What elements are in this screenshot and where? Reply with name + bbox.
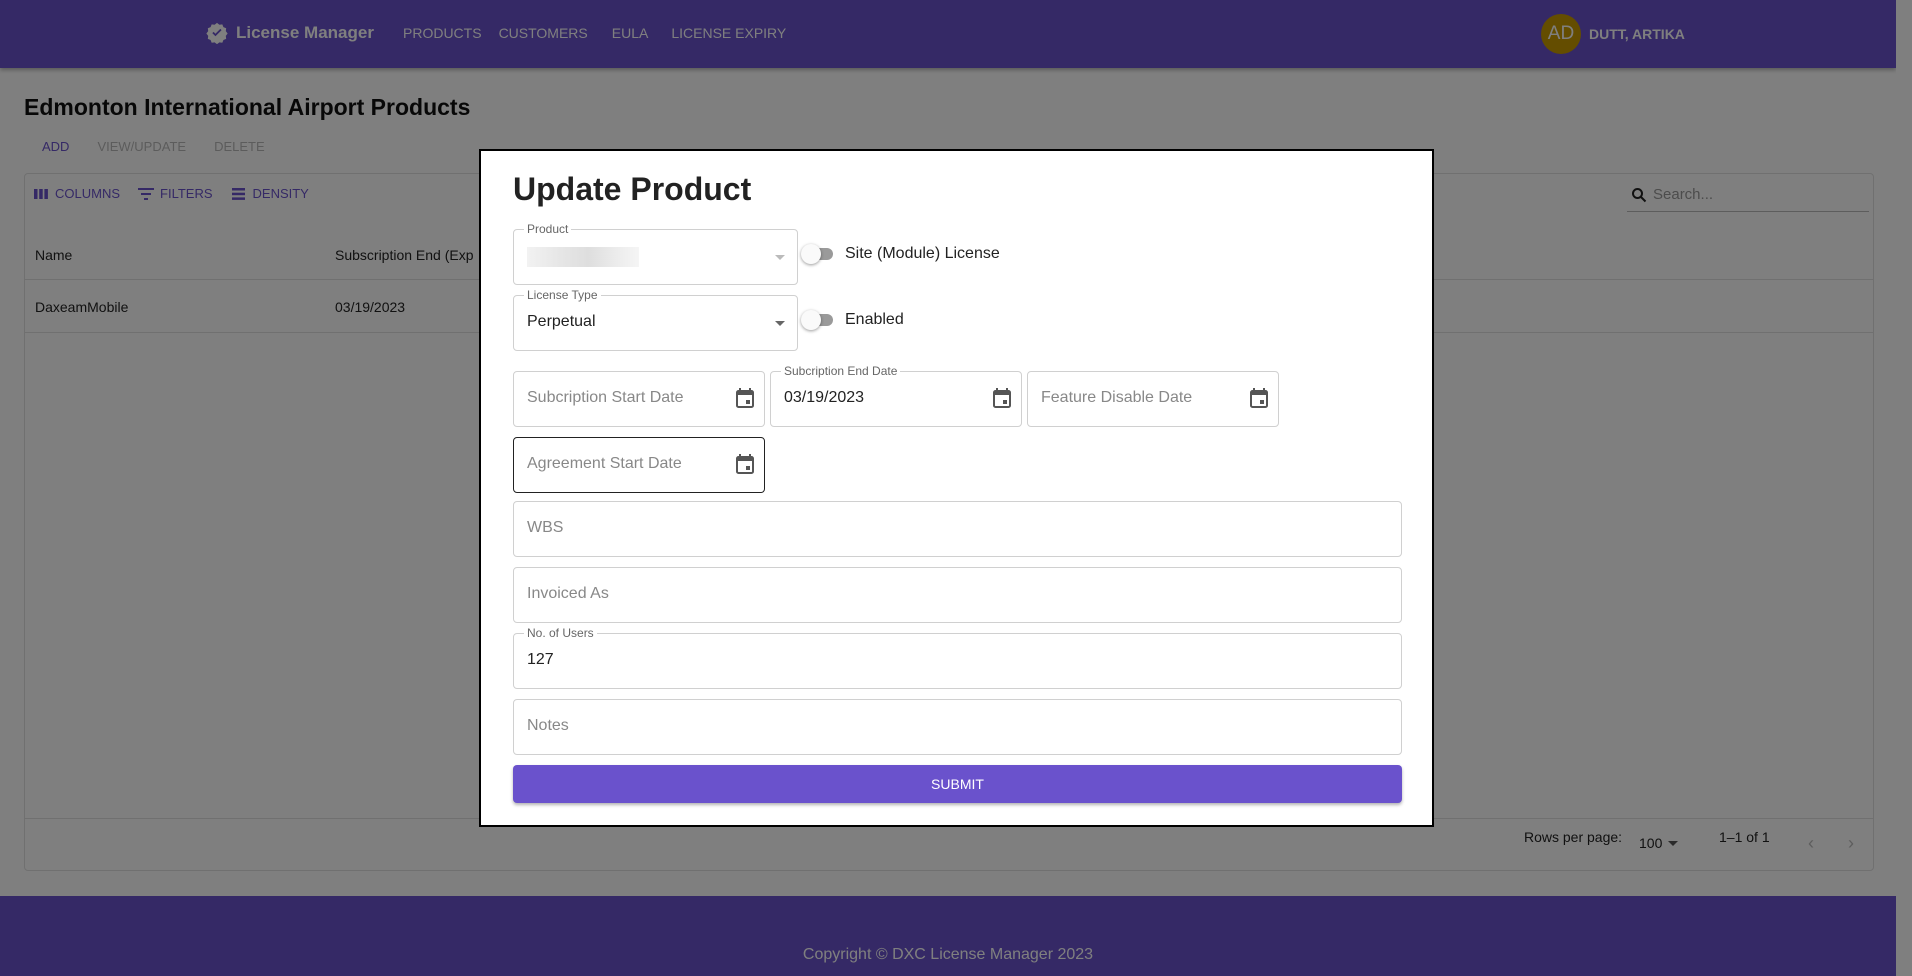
license-type-value: Perpetual <box>527 313 596 330</box>
chevron-down-icon <box>775 321 785 326</box>
users-label: No. of Users <box>524 626 597 640</box>
site-license-label: Site (Module) License <box>845 245 1000 262</box>
site-license-toggle[interactable]: Site (Module) License <box>801 244 1000 264</box>
license-type-select[interactable]: License Type Perpetual <box>513 288 798 351</box>
wbs-placeholder: WBS <box>527 519 564 536</box>
dialog-title: Update Product <box>513 171 752 207</box>
product-label: Product <box>524 222 572 236</box>
wbs-field[interactable]: WBS <box>513 501 1402 557</box>
users-value: 127 <box>527 651 554 668</box>
number-of-users-field[interactable]: No. of Users 127 <box>513 626 1402 689</box>
agreement-start-placeholder: Agreement Start Date <box>527 455 682 472</box>
site-license-switch[interactable] <box>801 244 835 264</box>
subscription-end-date-field[interactable]: Subcription End Date 03/19/2023 <box>770 364 1022 427</box>
notes-field[interactable]: Notes <box>513 699 1402 755</box>
chevron-down-icon <box>775 255 785 260</box>
feature-disable-placeholder: Feature Disable Date <box>1041 389 1193 406</box>
enabled-label: Enabled <box>845 311 904 328</box>
feature-disable-date-field[interactable]: Feature Disable Date <box>1027 371 1279 427</box>
license-type-label: License Type <box>524 288 601 302</box>
invoiced-as-placeholder: Invoiced As <box>527 585 609 602</box>
subscription-start-date-field[interactable]: Subcription Start Date <box>513 371 765 427</box>
subscription-end-value: 03/19/2023 <box>784 389 865 406</box>
product-value-redacted <box>527 247 639 267</box>
calendar-icon[interactable] <box>736 454 754 474</box>
enabled-toggle[interactable]: Enabled <box>801 310 904 330</box>
enabled-switch[interactable] <box>801 310 835 330</box>
notes-placeholder: Notes <box>527 717 569 734</box>
agreement-start-date-field[interactable]: Agreement Start Date <box>513 437 765 493</box>
product-select[interactable]: Product <box>513 222 798 285</box>
calendar-icon[interactable] <box>1250 388 1268 408</box>
calendar-icon[interactable] <box>993 388 1011 408</box>
subscription-start-placeholder: Subcription Start Date <box>527 389 684 406</box>
calendar-icon[interactable] <box>736 388 754 408</box>
subscription-end-label: Subcription End Date <box>781 364 901 378</box>
invoiced-as-field[interactable]: Invoiced As <box>513 567 1402 623</box>
submit-button[interactable]: SUBMIT <box>513 765 1402 803</box>
update-product-dialog: Update Product Product Site (Module) Lic… <box>479 149 1434 827</box>
